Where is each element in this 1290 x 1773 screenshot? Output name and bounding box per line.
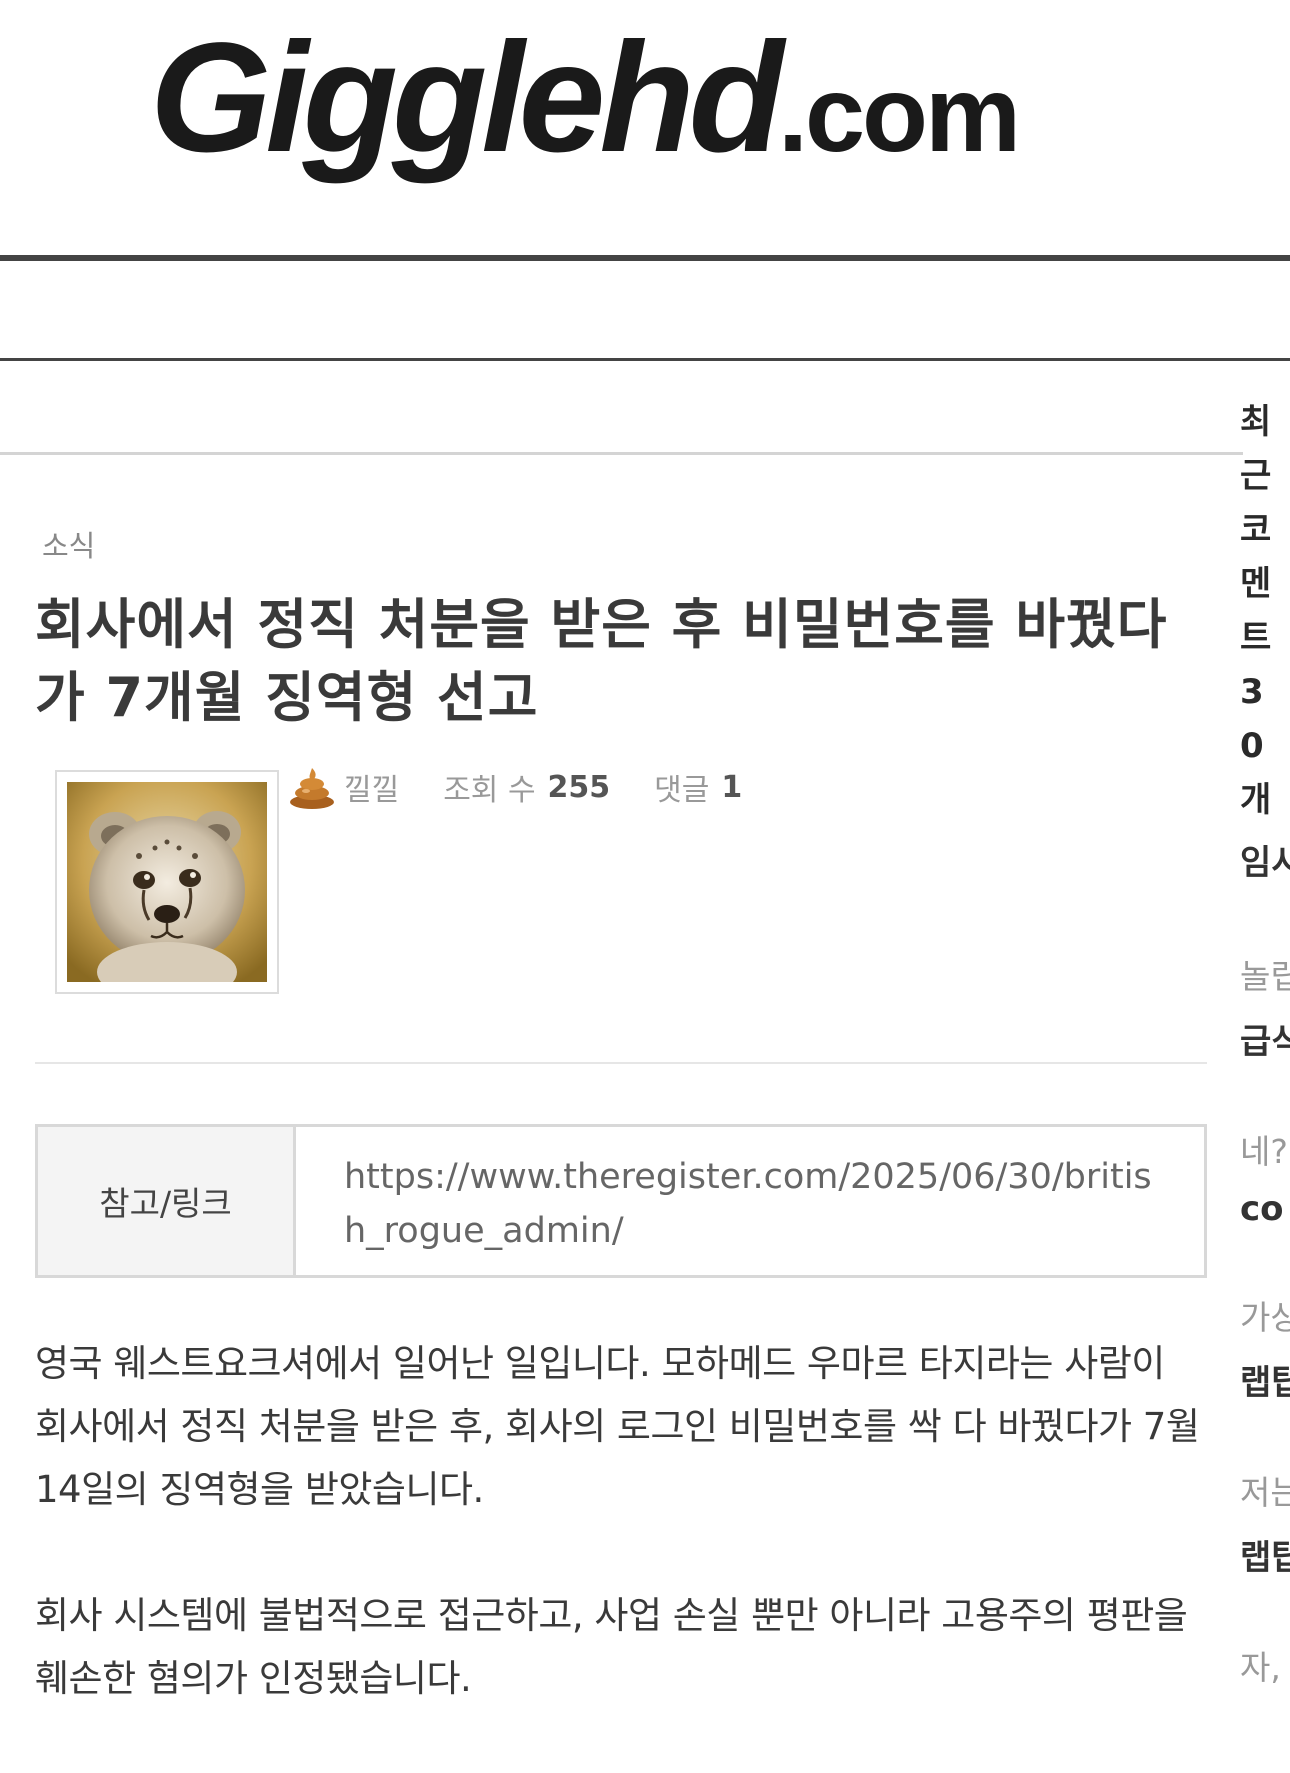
logo-main-text: Gigglehd (150, 11, 784, 185)
sidebar-comment-item[interactable]: 네? co (1240, 1125, 1290, 1229)
body-paragraph: 회사 시스템에 불법적으로 접근하고, 사업 손실 뿐만 아니라 고용주의 평판… (35, 1594, 1188, 1700)
reference-label: 참고/링크 (38, 1127, 296, 1275)
reference-url-link[interactable]: https://www.theregister.com/2025/06/30/b… (296, 1127, 1204, 1275)
header-divider (0, 255, 1290, 261)
site-header: Gigglehd.com (0, 0, 1290, 258)
sidebar-comment-item[interactable]: 가상 랩탑 (1240, 1291, 1290, 1404)
poop-icon (290, 768, 334, 809)
reference-link-table: 참고/링크 https://www.theregister.com/2025/0… (35, 1124, 1207, 1278)
post-meta: 낄낄 조회 수 255 댓글 1 (288, 762, 742, 812)
sidebar-comment-title: co (1240, 1189, 1284, 1229)
cheetah-cub-avatar (67, 782, 267, 982)
sidebar-comment-item[interactable]: 놀립 급식 (1240, 950, 1290, 1063)
sidebar-comment-title: 급식 (1240, 1022, 1290, 1062)
author-name-link[interactable]: 낄낄 (344, 765, 399, 809)
body-paragraph: 영국 웨스트요크셔에서 일어난 일입니다. 모하메드 우마르 타지라는 사람이 … (35, 1342, 1200, 1511)
sidebar-comment-snippet: 가상 (1240, 1298, 1290, 1337)
views-label: 조회 수 (443, 773, 536, 808)
article-body: 영국 웨스트요크셔에서 일어난 일입니다. 모하메드 우마르 타지라는 사람이 … (35, 1332, 1207, 1773)
sidebar-comment-item[interactable]: 임시 (1240, 835, 1290, 884)
site-logo[interactable]: Gigglehd.com (150, 20, 1021, 176)
sidebar-comment-snippet: 네? (1240, 1132, 1288, 1171)
post-category-link[interactable]: 소식 (42, 523, 95, 565)
content-divider (0, 452, 1243, 455)
meta-divider (35, 1062, 1207, 1064)
post-title: 회사에서 정직 처분을 받은 후 비밀번호를 바꿨다가 7개월 징역형 선고 (35, 593, 1168, 729)
sidebar-recent-comments: 최근코멘트30개 임시 놀립 급식 네? co 가상 랩탑 저는 랩탑 자, (1240, 395, 1290, 1689)
sidebar-comment-title: 임시 (1240, 843, 1290, 883)
author-avatar[interactable] (55, 770, 279, 994)
sidebar-comment-snippet: 자, (1240, 1648, 1281, 1687)
comments-count-link[interactable]: 1 (721, 770, 742, 805)
sidebar-comment-snippet: 저는 (1240, 1473, 1290, 1512)
comments-label: 댓글 (654, 773, 710, 808)
views-count: 255 (547, 769, 611, 805)
sidebar-comment-title: 랩탑 (1240, 1538, 1290, 1578)
sidebar-heading: 최근코멘트30개 (1240, 402, 1272, 820)
sidebar-comment-snippet: 놀립 (1240, 957, 1290, 996)
nav-divider (0, 358, 1290, 361)
sidebar-comment-title: 랩탑 (1240, 1363, 1290, 1403)
logo-tld-text: .com (777, 53, 1021, 174)
sidebar-comment-item[interactable]: 저는 랩탑 (1240, 1466, 1290, 1579)
sidebar-comment-item[interactable]: 자, (1240, 1641, 1290, 1689)
